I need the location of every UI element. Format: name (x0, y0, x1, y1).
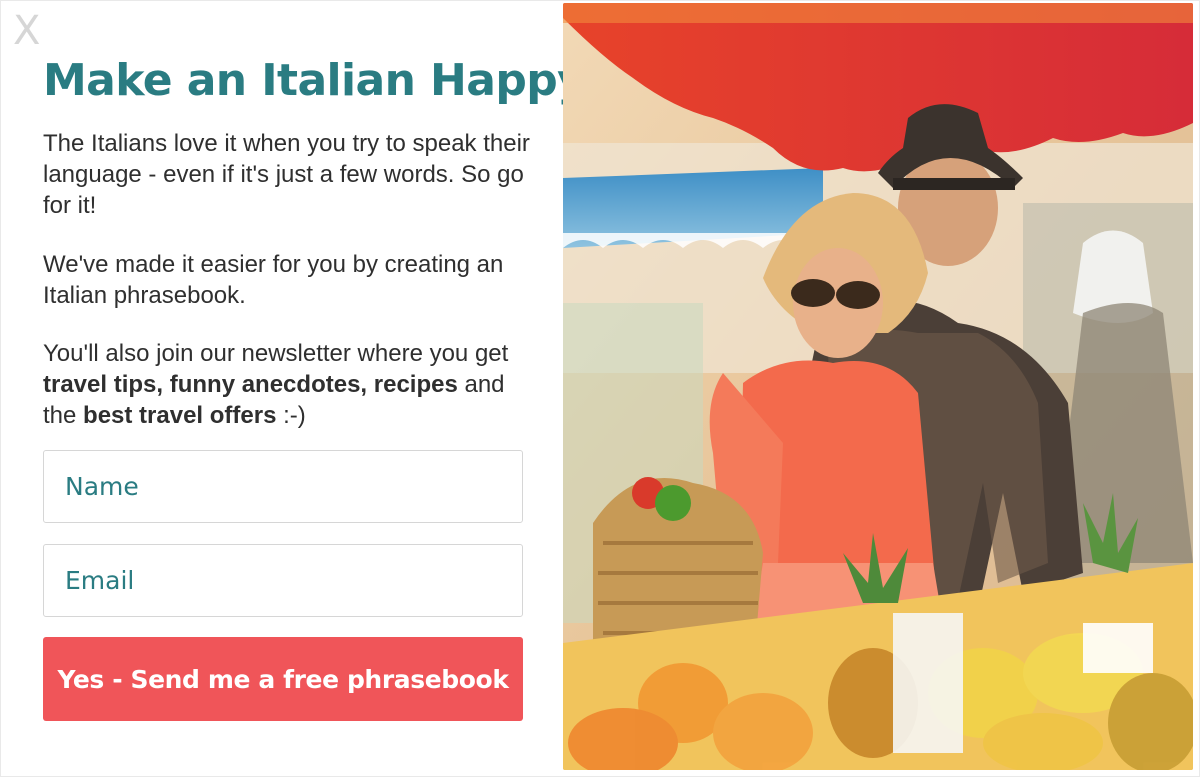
newsletter-popup: X Make an Italian Happy The Italians lov… (0, 0, 1200, 777)
submit-button[interactable]: Yes - Send me a free phrasebook (43, 637, 523, 721)
name-field[interactable] (44, 451, 522, 522)
newsletter-highlight-2: best travel offers (83, 402, 277, 429)
newsletter-highlight-1: travel tips, funny anecdotes, recipes (43, 371, 458, 398)
newsletter-text-3: :-) (276, 402, 306, 429)
newsletter-text-1: You'll also join our newsletter where yo… (43, 340, 509, 367)
name-field-wrapper (43, 450, 523, 523)
close-icon[interactable]: X (13, 11, 40, 51)
email-field[interactable] (44, 545, 522, 616)
phrasebook-paragraph: We've made it easier for you by creating… (43, 251, 504, 309)
email-field-wrapper (43, 544, 523, 617)
newsletter-paragraph: You'll also join our newsletter where yo… (43, 338, 533, 431)
market-photo-illustration (563, 3, 1193, 770)
popup-content: Make an Italian Happy The Italians love … (43, 1, 586, 777)
market-couple-photo (563, 3, 1193, 770)
intro-paragraph: The Italians love it when you try to spe… (43, 130, 530, 219)
popup-title: Make an Italian Happy (43, 55, 586, 106)
